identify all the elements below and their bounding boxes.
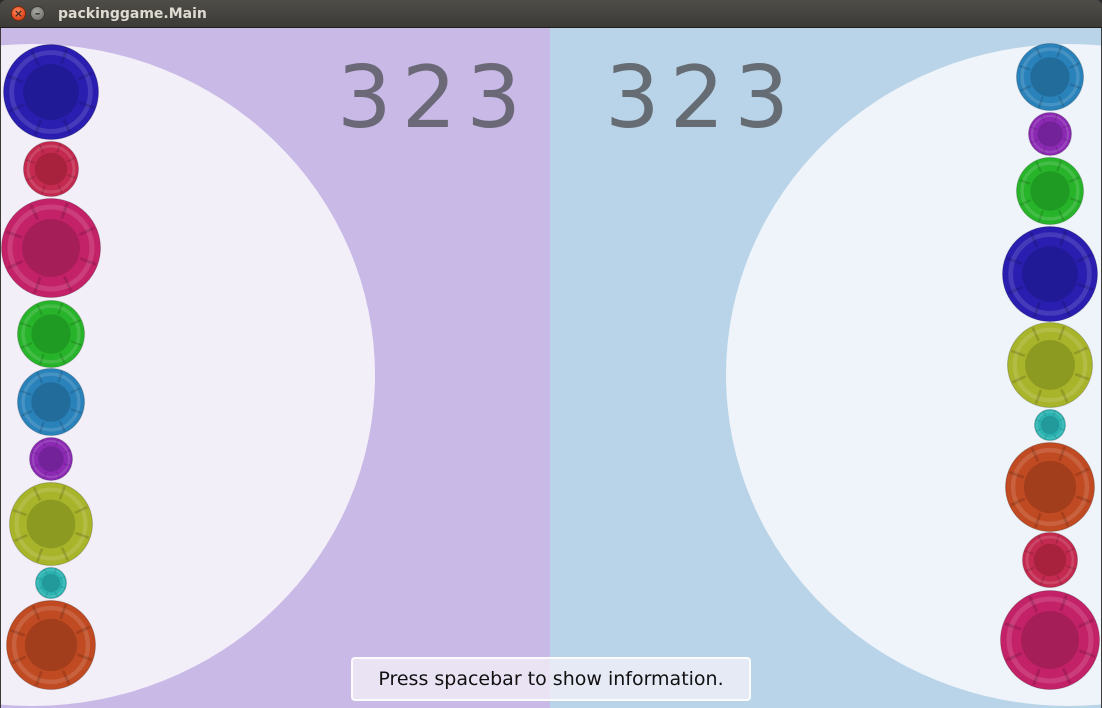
ball-graphic <box>1005 442 1095 532</box>
left-ball-crimson[interactable] <box>23 141 79 197</box>
ball-graphic <box>1 198 101 298</box>
right-ball-teal[interactable] <box>1034 409 1066 441</box>
left-ball-magenta[interactable] <box>1 198 101 298</box>
ball-core <box>24 618 78 672</box>
ball-graphic <box>9 482 93 566</box>
ball-graphic <box>6 600 96 690</box>
ball-graphic <box>17 368 85 436</box>
ball-graphic <box>1016 43 1084 111</box>
close-icon: × <box>13 7 24 20</box>
ball-graphic <box>23 141 79 197</box>
left-ball-steel[interactable] <box>17 368 85 436</box>
right-ball-magenta[interactable] <box>1000 590 1100 690</box>
window-title: packinggame.Main <box>58 6 207 22</box>
left-ball-navy[interactable] <box>3 44 99 140</box>
minimize-window-button[interactable]: – <box>30 6 45 21</box>
ball-graphic <box>1000 590 1100 690</box>
left-ball-green[interactable] <box>17 300 85 368</box>
right-ball-olive[interactable] <box>1007 322 1093 408</box>
ball-core <box>41 573 61 593</box>
ball-core <box>1033 543 1067 577</box>
ball-core <box>1030 171 1070 211</box>
ball-core <box>38 446 64 472</box>
ball-graphic <box>1022 532 1078 588</box>
right-score: 323 <box>605 48 800 148</box>
ball-graphic <box>3 44 99 140</box>
ball-core <box>1023 460 1077 514</box>
left-ball-purple[interactable] <box>29 437 73 481</box>
ball-graphic <box>35 567 67 599</box>
ball-graphic <box>1016 157 1084 225</box>
ball-graphic <box>1002 226 1098 322</box>
left-ball-teal[interactable] <box>35 567 67 599</box>
left-ball-olive[interactable] <box>9 482 93 566</box>
ball-core <box>1021 611 1079 669</box>
right-ball-purple[interactable] <box>1028 112 1072 156</box>
ball-graphic <box>1028 112 1072 156</box>
right-ball-green[interactable] <box>1016 157 1084 225</box>
ball-core <box>1040 415 1060 435</box>
right-ball-navy[interactable] <box>1002 226 1098 322</box>
ball-graphic <box>1007 322 1093 408</box>
info-message-bar: Press spacebar to show information. <box>351 657 751 701</box>
minimize-icon: – <box>34 7 41 20</box>
right-ball-steel[interactable] <box>1016 43 1084 111</box>
ball-core <box>1022 246 1078 302</box>
game-canvas[interactable]: 323 323 Press spacebar to show informati… <box>1 28 1101 708</box>
ball-graphic <box>1034 409 1066 441</box>
right-ball-crimson[interactable] <box>1022 532 1078 588</box>
right-ball-rust[interactable] <box>1005 442 1095 532</box>
close-window-button[interactable]: × <box>11 6 26 21</box>
title-bar[interactable]: × – packinggame.Main <box>0 0 1102 28</box>
ball-graphic <box>29 437 73 481</box>
ball-core <box>22 219 80 277</box>
ball-graphic <box>17 300 85 368</box>
ball-core <box>23 64 79 120</box>
ball-core <box>31 382 71 422</box>
ball-core <box>34 152 68 186</box>
left-ball-rust[interactable] <box>6 600 96 690</box>
left-score: 323 <box>337 48 532 148</box>
right-player-panel[interactable]: 323 <box>550 28 1101 708</box>
ball-core <box>1037 121 1063 147</box>
ball-core <box>31 314 71 354</box>
ball-core <box>26 499 76 549</box>
ball-core <box>1025 340 1075 390</box>
app-window: × – packinggame.Main 323 323 Press space… <box>0 0 1102 708</box>
left-player-panel[interactable]: 323 <box>1 28 550 708</box>
ball-core <box>1030 57 1070 97</box>
